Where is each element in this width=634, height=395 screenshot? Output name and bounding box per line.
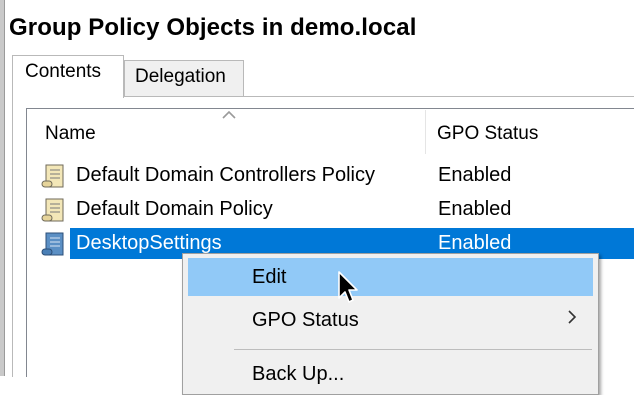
page-title: Group Policy Objects in demo.local [9, 14, 417, 41]
sort-ascending-icon [222, 110, 236, 119]
window-frame-border [4, 0, 5, 376]
menu-item-highlight [188, 258, 593, 296]
submenu-arrow-icon [568, 310, 577, 324]
column-header-name[interactable]: Name [45, 123, 96, 145]
tab-delegation[interactable]: Delegation [124, 60, 244, 96]
tab-contents[interactable]: Contents [12, 55, 124, 98]
menu-item-edit[interactable]: Edit [252, 266, 286, 289]
gpo-name[interactable]: DesktopSettings [76, 232, 222, 255]
menu-item-gpo-status[interactable]: GPO Status [252, 309, 359, 332]
column-header-gpo-status[interactable]: GPO Status [437, 123, 538, 145]
gpo-name[interactable]: Default Domain Policy [76, 198, 273, 221]
gpo-name[interactable]: Default Domain Controllers Policy [76, 164, 375, 187]
gpo-status: Enabled [438, 232, 512, 254]
gpo-scroll-icon [41, 198, 64, 222]
column-separator[interactable] [425, 110, 426, 154]
mouse-cursor-icon [338, 271, 358, 303]
gpo-scroll-icon [41, 232, 64, 256]
menu-item-back-up[interactable]: Back Up... [252, 363, 344, 386]
menu-separator [234, 349, 592, 350]
gpo-scroll-icon [41, 164, 64, 188]
gpo-status: Enabled [438, 164, 512, 186]
gpo-status: Enabled [438, 198, 512, 220]
